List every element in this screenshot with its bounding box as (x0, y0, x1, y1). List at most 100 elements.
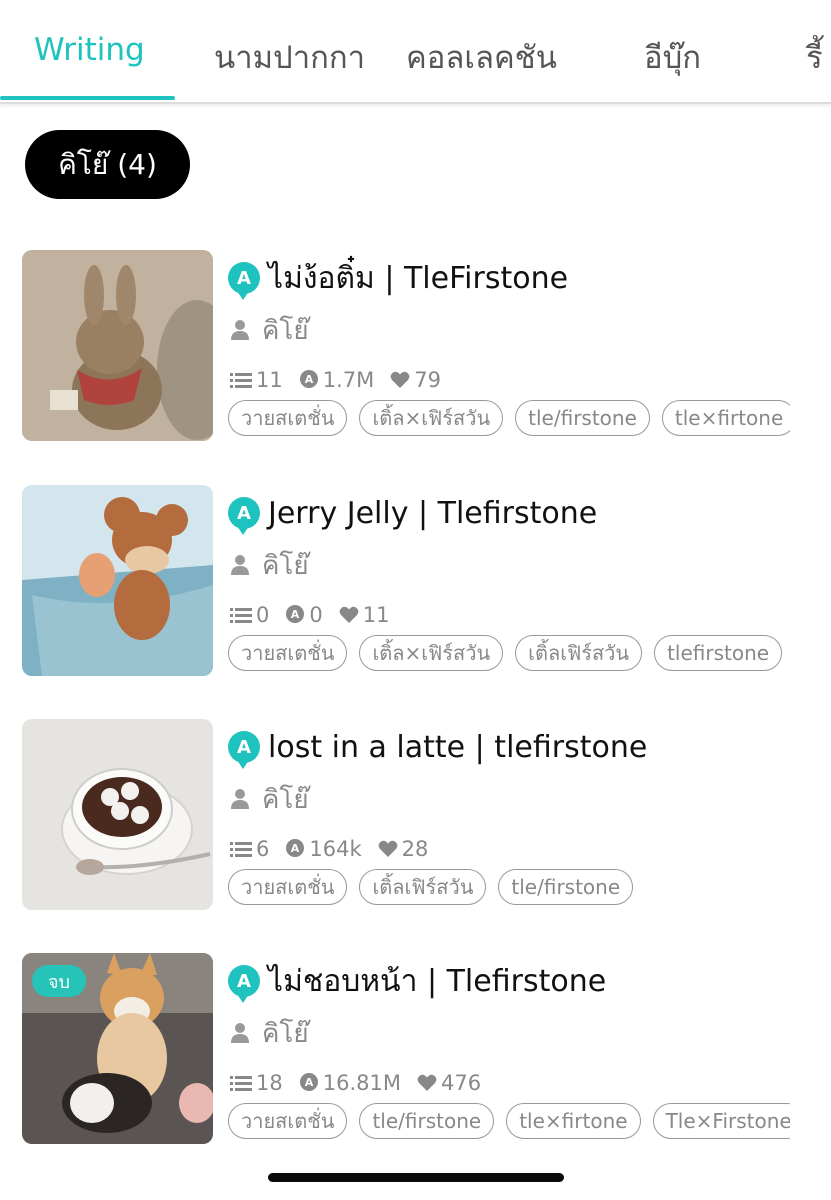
story-list-item[interactable]: A ไม่ง้อติ๋ม | TleFirstone คิโย๊ 11 A 1.… (0, 250, 831, 450)
story-stats: 18 A 16.81M 476 (230, 1069, 497, 1097)
author-name[interactable]: คิโย๊ (262, 779, 309, 820)
tab-more[interactable]: รี้ (806, 32, 823, 82)
chapter-count-value: 0 (256, 603, 270, 627)
tab-collections[interactable]: คอลเลคชัน (406, 32, 557, 82)
tag-chip[interactable]: เติ้ลเฟิร์สวัน (359, 869, 487, 905)
story-stats: 0 A 0 11 (230, 601, 405, 629)
view-count: A 0 (285, 603, 323, 627)
heart-icon (390, 371, 410, 388)
tag-list: วายสเตชั่น tle/firstone tle×firtone Tle×Fir… (228, 1103, 790, 1143)
chapter-count-value: 6 (256, 837, 270, 861)
list-icon (230, 842, 252, 857)
tab-writing[interactable]: Writing (34, 32, 145, 68)
view-count-value: 16.81M (322, 1071, 401, 1095)
heart-icon (378, 840, 398, 857)
story-title[interactable]: lost in a latte | tlefirstone (268, 730, 647, 765)
story-cover-image (22, 719, 213, 910)
story-type-a-icon: A (228, 497, 260, 535)
story-title-row: A Jerry Jelly | Tlefirstone (228, 491, 597, 535)
tag-chip[interactable]: วายสเตชั่น (228, 869, 348, 905)
tag-chip[interactable]: วายสเตชั่น (228, 635, 348, 671)
pen-name-filter-pill[interactable]: คิโย๊ (4) (25, 130, 190, 199)
tag-list: วายสเตชั่น เติ้ลเฟิร์สวัน tle/firstone (228, 869, 790, 909)
heart-icon (417, 1074, 437, 1091)
tag-chip[interactable]: tlefirstone (654, 635, 783, 671)
tag-chip[interactable]: tle×firtone (506, 1103, 641, 1139)
tag-chip[interactable]: วายสเตชั่น (228, 1103, 348, 1139)
heart-icon (339, 606, 359, 623)
views-a-icon: A (286, 605, 305, 623)
like-count: 28 (378, 837, 429, 861)
tag-chip[interactable]: เติ้ลเฟิร์สวัน (515, 635, 643, 671)
tag-chip[interactable]: tle/firstone (498, 869, 634, 905)
story-title[interactable]: Jerry Jelly | Tlefirstone (268, 496, 597, 531)
view-count-value: 164k (309, 837, 362, 861)
views-a-icon: A (299, 1073, 318, 1091)
like-count: 11 (339, 603, 390, 627)
author-name[interactable]: คิโย๊ (262, 310, 309, 351)
story-cover-image: จบ (22, 953, 213, 1144)
svg-text:A: A (291, 608, 300, 621)
svg-text:A: A (291, 842, 300, 855)
list-icon (230, 608, 252, 623)
story-list-item[interactable]: A lost in a latte | tlefirstone คิโย๊ 6 … (0, 719, 831, 919)
story-type-a-icon: A (228, 965, 260, 1003)
tag-list: วายสเตชั่น เติ้ล×เฟิร์สวัน tle/firstone tle… (228, 400, 790, 440)
tag-chip[interactable]: เติ้ล×เฟิร์สวัน (359, 400, 504, 436)
like-count: 79 (390, 368, 441, 392)
story-type-a-icon: A (228, 262, 260, 300)
list-icon (230, 1076, 252, 1091)
views-a-icon: A (299, 370, 318, 388)
chapter-count: 18 (230, 1071, 283, 1095)
story-stats: 11 A 1.7M 79 (230, 366, 457, 394)
svg-text:A: A (304, 1076, 313, 1089)
views-a-icon: A (286, 839, 305, 857)
author-row: คิโย๊ (230, 545, 309, 585)
list-icon (230, 373, 252, 388)
tab-bar: Writing นามปากกา คอลเลคชัน อีบุ๊ก รี้ (0, 0, 831, 104)
like-count: 476 (417, 1071, 481, 1095)
svg-text:A: A (304, 373, 313, 386)
author-name[interactable]: คิโย๊ (262, 1013, 309, 1054)
author-row: คิโย๊ (230, 1013, 309, 1053)
person-icon (231, 789, 249, 809)
author-row: คิโย๊ (230, 779, 309, 819)
like-count-value: 28 (401, 837, 429, 861)
tag-chip[interactable]: tle×firtone (661, 400, 790, 436)
completed-badge: จบ (32, 965, 86, 997)
tag-chip[interactable]: tle/firstone (359, 1103, 495, 1139)
view-count: A 1.7M (299, 368, 375, 392)
chapter-count: 0 (230, 603, 269, 627)
tab-pen-names[interactable]: นามปากกา (214, 32, 365, 82)
tag-list: วายสเตชั่น เติ้ล×เฟิร์สวัน เติ้ลเฟิร์สวัน t… (228, 635, 790, 675)
story-cover-image (22, 485, 213, 676)
tag-chip[interactable]: วายสเตชั่น (228, 400, 348, 436)
tag-chip[interactable]: Tle×Firstone (652, 1103, 790, 1139)
tab-ebooks[interactable]: อีบุ๊ก (644, 32, 701, 82)
person-icon (231, 320, 249, 340)
tag-chip[interactable]: tle/firstone (515, 400, 650, 436)
tag-chip[interactable]: เติ้ล×เฟิร์สวัน (359, 635, 504, 671)
chapter-count-value: 11 (256, 368, 283, 392)
author-row: คิโย๊ (230, 310, 309, 350)
view-count-value: 1.7M (322, 368, 375, 392)
view-count-value: 0 (309, 603, 323, 627)
chapter-count: 11 (230, 368, 283, 392)
story-title-row: A ไม่ชอบหน้า | Tlefirstone (228, 959, 606, 1003)
like-count-value: 11 (362, 603, 390, 627)
story-list-item[interactable]: จบ A ไม่ชอบหน้า | Tlefirstone คิโย๊ 18 A… (0, 953, 831, 1153)
active-tab-indicator (0, 96, 175, 100)
author-name[interactable]: คิโย๊ (262, 545, 309, 586)
like-count-value: 79 (414, 368, 441, 392)
story-list-item[interactable]: A Jerry Jelly | Tlefirstone คิโย๊ 0 A 0 … (0, 485, 831, 685)
story-title[interactable]: ไม่ง้อติ๋ม | TleFirstone (268, 255, 568, 302)
chapter-count-value: 18 (256, 1071, 283, 1095)
chapter-count: 6 (230, 837, 269, 861)
story-title[interactable]: ไม่ชอบหน้า | Tlefirstone (268, 958, 606, 1005)
story-title-row: A lost in a latte | tlefirstone (228, 725, 647, 769)
view-count: A 164k (285, 837, 362, 861)
story-type-a-icon: A (228, 731, 260, 769)
like-count-value: 476 (440, 1071, 482, 1095)
home-indicator[interactable] (268, 1173, 564, 1182)
person-icon (231, 1023, 249, 1043)
